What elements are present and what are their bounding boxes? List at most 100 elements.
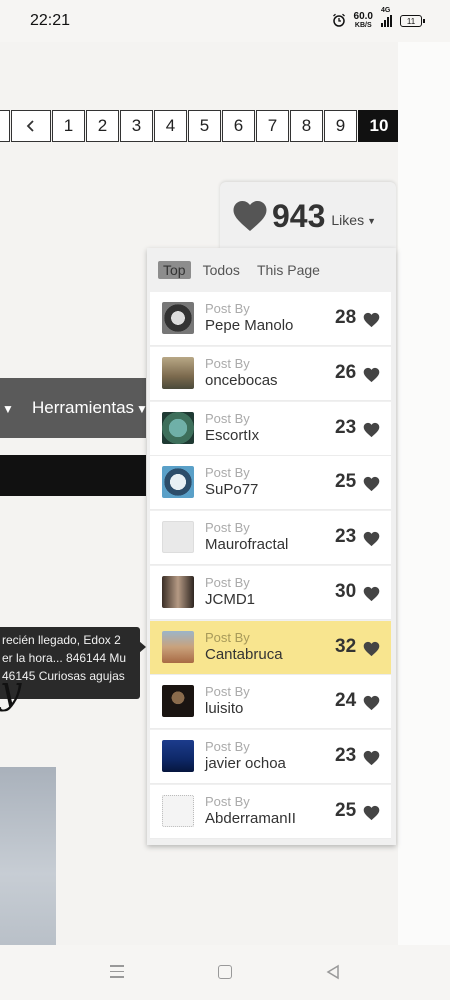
tooltip-line: recién llegado, Edox 2 <box>2 633 121 647</box>
likes-dropdown-panel: Top Todos This Page Post By Pepe Manolo 28… <box>147 248 396 845</box>
likes-count: 943 <box>272 197 326 234</box>
network-type: 4G <box>381 7 391 14</box>
post-by-label: Post By <box>205 684 250 700</box>
tab-this-page[interactable]: This Page <box>252 261 325 279</box>
page-right-edge <box>398 42 450 945</box>
heart-icon <box>363 641 380 656</box>
prev-page-button[interactable] <box>11 110 51 142</box>
caret-down-icon[interactable]: ▼ <box>367 216 376 226</box>
page-button-8[interactable]: 8 <box>290 110 323 142</box>
likes-list-item[interactable]: Post By SuPo77 25 <box>150 456 391 511</box>
signal-icon: 4G <box>381 7 392 27</box>
alarm-icon <box>332 13 346 30</box>
heart-icon <box>363 531 380 547</box>
like-count: 23 <box>335 526 357 547</box>
like-count: 32 <box>335 635 357 657</box>
likes-label: Likes <box>331 212 365 228</box>
avatar[interactable] <box>162 630 194 663</box>
caret-down-icon[interactable]: ▼ <box>2 402 14 416</box>
author-name[interactable]: Pepe Manolo <box>205 317 293 334</box>
likes-list-item[interactable]: Post By Maurofractal 23 <box>150 511 391 565</box>
page-button-current[interactable]: 10 <box>358 110 400 142</box>
avatar[interactable] <box>162 740 194 772</box>
likes-tabs: Top Todos This Page <box>158 261 332 279</box>
likes-list-item[interactable]: Post By oncebocas 26 <box>150 346 391 401</box>
like-count: 28 <box>335 307 357 328</box>
home-icon[interactable] <box>218 965 232 979</box>
status-icons: 60.0 KB/S 4G 11 <box>332 7 425 30</box>
like-count: 25 <box>335 471 357 493</box>
avatar[interactable] <box>162 411 194 444</box>
heart-icon <box>363 805 380 820</box>
page-button-9[interactable]: 9 <box>324 110 357 142</box>
heart-icon <box>363 312 380 328</box>
avatar[interactable] <box>162 466 194 499</box>
likes-header[interactable]: 943 Likes ▼ <box>220 182 396 250</box>
author-name[interactable]: SuPo77 <box>205 481 258 498</box>
background-photo <box>0 767 56 945</box>
author-name[interactable]: Maurofractal <box>205 536 288 553</box>
like-count: 25 <box>335 799 357 821</box>
likes-list-item[interactable]: Post By JCMD1 30 <box>150 565 391 620</box>
heart-icon <box>363 750 380 766</box>
avatar[interactable] <box>162 302 194 334</box>
heart-icon <box>363 422 380 437</box>
page-button-1[interactable]: 1 <box>52 110 85 142</box>
net-speed: 60.0 KB/S <box>354 12 373 30</box>
menu-icon[interactable] <box>110 965 124 982</box>
page-button-6[interactable]: 6 <box>222 110 255 142</box>
post-by-label: Post By <box>205 520 250 535</box>
likes-list-item[interactable]: Post By javier ochoa 23 <box>150 730 391 784</box>
avatar[interactable] <box>162 575 194 608</box>
heart-icon <box>363 586 380 601</box>
likes-list-item[interactable]: Post By AbderramanII 25 <box>150 784 391 839</box>
status-time: 22:21 <box>30 12 71 29</box>
post-by-label: Post By <box>205 629 250 645</box>
author-name[interactable]: Cantabruca <box>205 646 283 663</box>
likes-list-item[interactable]: Post By Cantabruca 32 <box>150 620 391 675</box>
author-name[interactable]: AbderramanII <box>205 810 296 827</box>
like-count: 30 <box>335 580 357 602</box>
author-name[interactable]: javier ochoa <box>205 755 286 772</box>
heart-icon <box>363 696 380 711</box>
net-speed-value: 60.0 <box>353 11 373 22</box>
avatar[interactable] <box>162 356 194 389</box>
avatar[interactable] <box>162 521 194 553</box>
page-edge[interactable] <box>0 110 10 142</box>
avatar[interactable] <box>162 685 194 718</box>
likes-list-item[interactable]: Post By luisito 24 <box>150 675 391 730</box>
tab-todos[interactable]: Todos <box>198 261 245 279</box>
battery-icon: 11 <box>400 15 425 27</box>
post-by-label: Post By <box>205 355 250 371</box>
author-name[interactable]: JCMD1 <box>205 591 255 608</box>
likes-list: Post By Pepe Manolo 28 Post By oncebocas 26 Po… <box>150 292 391 840</box>
likes-list-item[interactable]: Post By EscortIx 23 <box>150 401 391 456</box>
page-button-5[interactable]: 5 <box>188 110 221 142</box>
avatar[interactable] <box>162 794 194 827</box>
page-button-4[interactable]: 4 <box>154 110 187 142</box>
heart-icon <box>363 477 380 492</box>
page-button-3[interactable]: 3 <box>120 110 153 142</box>
post-by-label: Post By <box>205 465 250 481</box>
likes-list-item[interactable]: Post By Pepe Manolo 28 <box>150 292 391 346</box>
post-by-label: Post By <box>205 574 250 590</box>
script-text-fragment: y <box>0 668 22 712</box>
post-by-label: Post By <box>205 410 250 426</box>
post-by-label: Post By <box>205 793 250 809</box>
like-count: 24 <box>335 690 357 712</box>
heart-icon <box>363 367 380 382</box>
author-name[interactable]: EscortIx <box>205 427 259 444</box>
back-icon[interactable] <box>325 964 341 980</box>
menu-herramientas[interactable]: Herramientas <box>32 398 134 418</box>
author-name[interactable]: luisito <box>205 700 243 717</box>
chevron-left-icon <box>26 120 34 132</box>
author-name[interactable]: oncebocas <box>205 372 278 389</box>
post-by-label: Post By <box>205 739 250 754</box>
status-bar: 22:21 60.0 KB/S 4G 11 <box>0 0 450 42</box>
page-button-2[interactable]: 2 <box>86 110 119 142</box>
net-speed-unit: KB/S <box>354 22 372 29</box>
tab-top[interactable]: Top <box>158 261 191 279</box>
like-count: 26 <box>335 361 357 383</box>
page-button-7[interactable]: 7 <box>256 110 289 142</box>
like-count: 23 <box>335 416 357 438</box>
